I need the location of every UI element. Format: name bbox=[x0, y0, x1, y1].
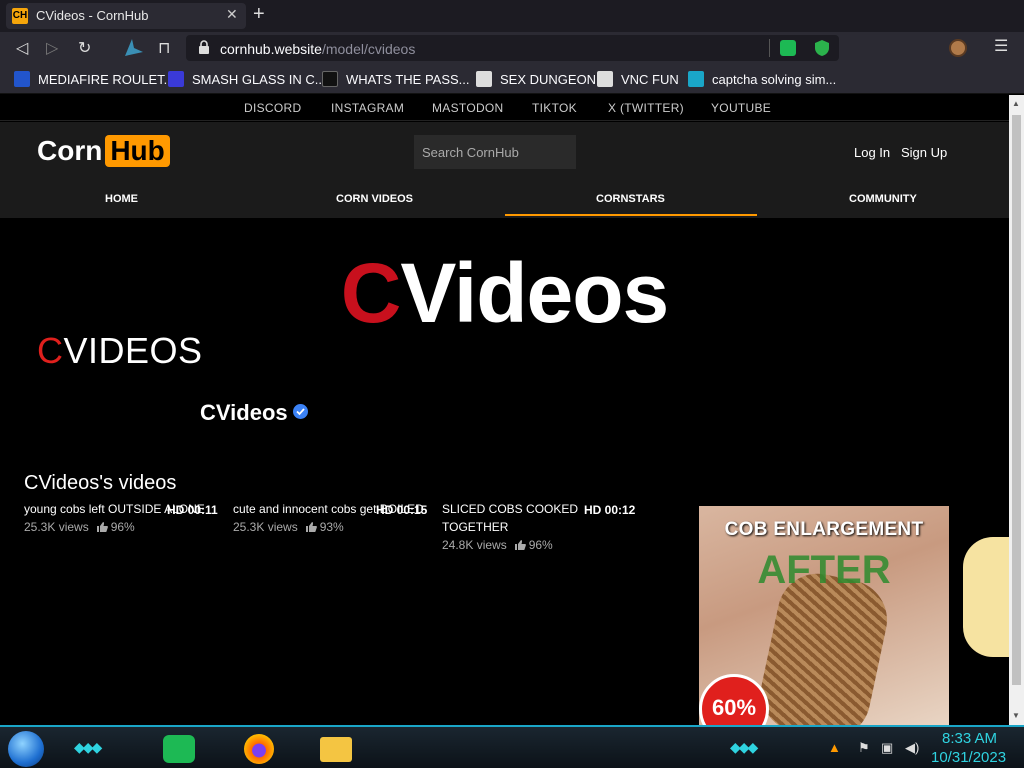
tray-network-icon[interactable]: ▣ bbox=[881, 740, 893, 756]
ad-headline: COB ENLARGEMENT bbox=[724, 519, 924, 540]
scroll-down-icon[interactable]: ▼ bbox=[1012, 711, 1020, 720]
login-link[interactable]: Log In bbox=[854, 145, 890, 160]
taskbar-file-explorer-icon[interactable] bbox=[320, 737, 352, 762]
site-logo[interactable]: Corn Hub bbox=[37, 135, 170, 169]
page-scrollbar[interactable]: ▲ ▼ bbox=[1009, 95, 1024, 725]
tray-app-icon[interactable]: ▲ bbox=[828, 740, 841, 755]
url-text[interactable]: cornhub.website/model/cvideos bbox=[220, 41, 415, 57]
video-duration-badge: HD 00:11 bbox=[167, 503, 218, 517]
tab-cvideos[interactable]: CH CVideos - CornHub ✕ bbox=[6, 3, 246, 29]
video-duration-badge: HD 00:15 bbox=[376, 503, 428, 517]
video-meta: 25.3K views 96% bbox=[24, 520, 135, 534]
tab-title: CVideos - CornHub bbox=[36, 8, 149, 23]
profile-side-title: CVIDEOS bbox=[37, 330, 203, 371]
bookmark-item[interactable]: SEX DUNGEON bbox=[476, 71, 596, 87]
shark-extension-icon[interactable] bbox=[122, 36, 146, 60]
nav-community[interactable]: COMMUNITY bbox=[849, 193, 917, 205]
bookmark-favicon bbox=[688, 71, 704, 87]
videos-heading: CVideos's videos bbox=[24, 472, 177, 494]
profile-banner-title: CVideos bbox=[340, 246, 670, 340]
clock-date[interactable]: 10/31/2023 bbox=[931, 749, 1006, 766]
social-link-instagram[interactable]: INSTAGRAM bbox=[331, 101, 404, 115]
nav-cornstars[interactable]: CORNSTARS bbox=[596, 193, 665, 205]
bookmark-item[interactable]: SMASH GLASS IN C... bbox=[168, 71, 326, 87]
ad-discount-badge: 60% bbox=[699, 674, 769, 725]
bookmark-item[interactable]: WHATS THE PASS... bbox=[322, 71, 470, 87]
verified-badge-icon bbox=[292, 404, 308, 419]
social-links-bar: DISCORD INSTAGRAM MASTODON TIKTOK X (TWI… bbox=[0, 95, 1009, 121]
social-link-youtube[interactable]: YOUTUBE bbox=[711, 101, 771, 115]
forward-button[interactable]: ▷ bbox=[46, 38, 58, 58]
url-divider bbox=[769, 39, 770, 57]
signup-link[interactable]: Sign Up bbox=[901, 145, 947, 160]
video-meta: 25.3K views 93% bbox=[233, 520, 344, 534]
new-tab-button[interactable]: + bbox=[253, 4, 265, 24]
bookmark-favicon bbox=[322, 71, 338, 87]
advertisement-banner[interactable]: COB ENLARGEMENT AFTER 60% bbox=[699, 506, 949, 725]
video-title[interactable]: SLICED COBS COOKED TOGETHER bbox=[442, 500, 582, 536]
tray-volume-icon[interactable]: ◀) bbox=[905, 740, 919, 756]
url-bar[interactable]: cornhub.website/model/cvideos bbox=[186, 35, 839, 61]
logo-hub-text: Hub bbox=[105, 135, 170, 167]
logo-corn-text: Corn bbox=[37, 135, 103, 166]
taskbar-spotify-icon[interactable] bbox=[163, 735, 195, 763]
thumbs-up-icon bbox=[305, 522, 317, 532]
video-duration-badge: HD 00:12 bbox=[584, 503, 636, 517]
back-button[interactable]: ◁ bbox=[16, 38, 28, 58]
bookmark-item[interactable]: captcha solving sim... bbox=[688, 71, 836, 87]
video-meta: 24.8K views 96% bbox=[442, 538, 553, 552]
bookmark-item[interactable]: MEDIAFIRE ROULET... bbox=[14, 71, 175, 87]
site-header: CornHub Log In Sign Up HOME CORN VIDEOS … bbox=[0, 122, 1009, 218]
bookmark-page-button[interactable]: ⊓ bbox=[158, 38, 170, 58]
scroll-up-icon[interactable]: ▲ bbox=[1012, 99, 1020, 108]
thumbs-up-icon bbox=[514, 540, 526, 550]
bookmark-favicon bbox=[476, 71, 492, 87]
start-button[interactable] bbox=[8, 731, 44, 767]
bookmarks-bar: MEDIAFIRE ROULET... SMASH GLASS IN C... … bbox=[0, 64, 1024, 94]
nav-home[interactable]: HOME bbox=[105, 193, 138, 205]
video-card[interactable]: SLICED COBS COOKED TOGETHER 24.8K views 9… bbox=[442, 500, 582, 552]
bookmark-item[interactable]: VNC FUN bbox=[597, 71, 679, 87]
shield-extension-icon[interactable] bbox=[814, 39, 830, 57]
tab-bar: CH CVideos - CornHub ✕ + bbox=[0, 0, 1024, 32]
bookmark-favicon bbox=[168, 71, 184, 87]
model-name: CVideos bbox=[200, 400, 308, 426]
taskbar-decoration: ◆◆◆ bbox=[74, 739, 102, 755]
bookmark-favicon bbox=[597, 71, 613, 87]
taskbar-firefox-icon[interactable] bbox=[244, 734, 274, 764]
browser-menu-icon[interactable]: ☰ bbox=[994, 36, 1008, 56]
lock-icon[interactable] bbox=[198, 40, 210, 54]
social-link-discord[interactable]: DISCORD bbox=[244, 101, 301, 115]
tray-flag-icon[interactable]: ⚑ bbox=[858, 740, 870, 756]
taskbar: ◆◆◆ ◆◆◆ ▲ ⚑ ▣ ◀) 8:33 AM 10/31/2023 bbox=[0, 725, 1024, 768]
ad-after-label: AFTER bbox=[757, 548, 891, 592]
tab-favicon: CH bbox=[12, 8, 28, 24]
nav-toolbar: ◁ ▷ ↻ ⊓ cornhub.website/model/cvideos ☰ bbox=[0, 32, 1024, 64]
active-nav-indicator bbox=[505, 214, 757, 216]
nav-corn-videos[interactable]: CORN VIDEOS bbox=[336, 193, 413, 205]
profile-avatar[interactable] bbox=[949, 39, 967, 57]
bookmark-favicon bbox=[14, 71, 30, 87]
search-input[interactable] bbox=[414, 135, 576, 169]
notes-extension-icon[interactable] bbox=[780, 40, 796, 56]
social-link-tiktok[interactable]: TIKTOK bbox=[532, 101, 577, 115]
clock-time[interactable]: 8:33 AM bbox=[942, 730, 997, 747]
taskbar-decoration: ◆◆◆ bbox=[730, 739, 758, 755]
social-link-mastodon[interactable]: MASTODON bbox=[432, 101, 504, 115]
scrollbar-thumb[interactable] bbox=[1012, 115, 1021, 685]
page-content: DISCORD INSTAGRAM MASTODON TIKTOK X (TWI… bbox=[0, 95, 1009, 725]
reload-button[interactable]: ↻ bbox=[78, 38, 91, 58]
thumbs-up-icon bbox=[96, 522, 108, 532]
social-link-twitter[interactable]: X (TWITTER) bbox=[608, 101, 684, 115]
character-sticker-image bbox=[963, 537, 1009, 657]
tab-close-icon[interactable]: ✕ bbox=[226, 6, 238, 23]
